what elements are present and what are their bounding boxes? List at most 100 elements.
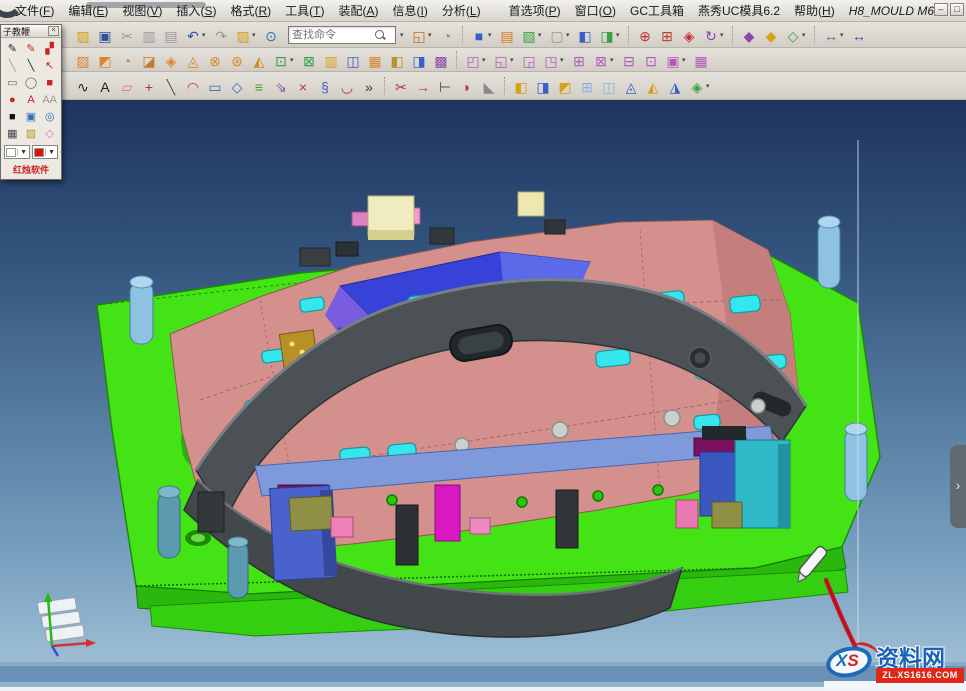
menu-format[interactable]: 格式(R) [223, 0, 278, 21]
n-sided-surface-icon[interactable]: ◬ [621, 76, 641, 96]
chevron-down-icon[interactable]: ▼ [45, 149, 57, 156]
rect-filled-icon[interactable]: ■ [40, 74, 59, 91]
insert-box-icon[interactable]: ◧ [387, 50, 407, 70]
fill-color-dropdown[interactable]: ▼ [32, 145, 58, 159]
search-icon[interactable] [374, 29, 386, 41]
wcs-dynamics-icon[interactable]: ◈ [679, 25, 699, 45]
save-icon[interactable]: ▣ [95, 25, 115, 45]
menu-window[interactable]: 窗口(O) [568, 0, 623, 21]
offset-surface-icon[interactable]: ◭ [643, 76, 663, 96]
toolbar-overflow-icon[interactable]: » [359, 76, 379, 96]
pocket-tool-icon[interactable]: ▩ [431, 50, 451, 70]
resource-bar-collapse-tab[interactable]: › [950, 445, 966, 528]
background-color-dropdown[interactable]: ▾ [566, 31, 574, 39]
sew-surface-icon[interactable]: ◈ [687, 76, 707, 96]
menu-preferences[interactable]: 首选项(P) [502, 0, 568, 21]
highlighter-icon[interactable]: ▞ [40, 40, 59, 57]
swept-surface-icon[interactable]: ◫ [599, 76, 619, 96]
ellipse-outline-icon[interactable]: ◯ [22, 74, 41, 91]
new-section-icon[interactable]: ◨ [597, 25, 617, 45]
search-options-dropdown[interactable]: ▾ [400, 31, 408, 39]
cut-icon[interactable]: ✂ [117, 25, 137, 45]
move-face-icon[interactable]: ⊟ [619, 50, 639, 70]
split-body-dropdown[interactable]: ▾ [560, 56, 568, 64]
pattern-face-dropdown[interactable]: ▾ [682, 56, 690, 64]
edge-patch-icon[interactable]: ◩ [95, 50, 115, 70]
snap-point-icon[interactable]: ◇ [783, 25, 803, 45]
intersection-curve-icon[interactable]: × [293, 76, 313, 96]
clip-section-icon[interactable]: ◧ [575, 25, 595, 45]
menu-information[interactable]: 信息(I) [386, 0, 435, 21]
wcs-display-icon[interactable]: ⊕ [635, 25, 655, 45]
point-icon[interactable]: + [139, 76, 159, 96]
arrow-draw-icon[interactable]: ↖ [40, 57, 59, 74]
measure-distance-icon[interactable]: ↔ [821, 25, 841, 45]
wcs-origin-icon[interactable]: ⊞ [657, 25, 677, 45]
measure-length-icon[interactable]: ↔ [849, 25, 869, 45]
view-layer-icon[interactable]: ▧ [519, 25, 539, 45]
shape-diamond-icon[interactable]: ◇ [40, 125, 59, 142]
pattern-face-icon[interactable]: ▣ [663, 50, 683, 70]
trim-component-icon[interactable]: ◨ [409, 50, 429, 70]
mold-drawings-icon[interactable]: ◫ [343, 50, 363, 70]
promote-body-icon[interactable]: ◱ [491, 50, 511, 70]
pen-black-icon[interactable]: ✎ [3, 40, 22, 57]
open-image-icon[interactable]: ▨ [22, 125, 41, 142]
ruled-surface-icon[interactable]: ◨ [533, 76, 553, 96]
open-icon[interactable]: ▨ [73, 25, 93, 45]
studio-spline-icon[interactable]: ∿ [73, 76, 93, 96]
minimize-button[interactable]: – [934, 3, 948, 16]
bumper-mold-3d-model[interactable] [0, 100, 966, 662]
replace-face-icon[interactable]: ⊞ [569, 50, 589, 70]
delete-face-icon[interactable]: ⊠ [591, 50, 611, 70]
palette-close-button[interactable]: × [48, 26, 59, 36]
trim-curve-icon[interactable]: ✂ [391, 76, 411, 96]
parting-surface-icon[interactable]: ◭ [249, 50, 269, 70]
chevron-down-icon[interactable]: ▼ [17, 149, 29, 156]
blackboard-icon[interactable]: ■ [3, 108, 22, 125]
fillet-curve-icon[interactable]: ◗ [457, 76, 477, 96]
wave-geometry-linker-dropdown[interactable]: ▾ [482, 56, 490, 64]
chamfer-icon[interactable]: ◣ [479, 76, 499, 96]
undo-dropdown[interactable]: ▾ [202, 31, 210, 39]
extend-curve-icon[interactable]: → [413, 76, 433, 96]
project-curve-icon[interactable]: ⇘ [271, 76, 291, 96]
surface-patch-icon[interactable]: ▨ [73, 50, 93, 70]
text-icon[interactable]: A [95, 76, 115, 96]
promote-body-dropdown[interactable]: ▾ [510, 56, 518, 64]
define-region-dropdown[interactable]: ▾ [290, 56, 298, 64]
menu-view[interactable]: 视图(V) [115, 0, 169, 21]
wave-geometry-linker-icon[interactable]: ◰ [463, 50, 483, 70]
maximize-button[interactable]: □ [950, 3, 964, 16]
screen-split-dropdown[interactable]: ▾ [428, 31, 436, 39]
menu-analysis[interactable]: 分析(L) [435, 0, 488, 21]
pen-color-dropdown[interactable]: ▼ [4, 145, 30, 159]
measure-distance-dropdown[interactable]: ▾ [840, 31, 848, 39]
menu-yanxiu-mold-tools[interactable]: 燕秀UC模具6.2 [691, 0, 787, 21]
text-single-icon[interactable]: A [22, 91, 41, 108]
through-curve-mesh-icon[interactable]: ⊞ [577, 76, 597, 96]
text-double-icon[interactable]: AA [40, 91, 59, 108]
command-search-input[interactable] [292, 29, 374, 41]
sketch-icon[interactable]: ▱ [117, 76, 137, 96]
rectangle-icon[interactable]: ▭ [205, 76, 225, 96]
extruded-sheet-icon[interactable]: ◧ [511, 76, 531, 96]
pen-red-icon[interactable]: ✎ [22, 40, 41, 57]
lock-key-icon[interactable]: ◆ [761, 25, 781, 45]
rect-outline-icon[interactable]: ▭ [3, 74, 22, 91]
trim-region-icon[interactable]: ◬ [183, 50, 203, 70]
shaded-display-icon[interactable]: ■ [469, 25, 489, 45]
arc-icon[interactable]: ◠ [183, 76, 203, 96]
through-curves-icon[interactable]: ◩ [555, 76, 575, 96]
face-split-icon[interactable]: ◪ [139, 50, 159, 70]
copy-icon[interactable]: ▥ [139, 25, 159, 45]
delete-face-dropdown[interactable]: ▾ [610, 56, 618, 64]
menu-help[interactable]: 帮助(H) [787, 0, 842, 21]
open-recent-dropdown[interactable]: ▾ [252, 31, 260, 39]
menu-file[interactable]: 文件(F) [8, 0, 61, 21]
display-board-icon[interactable]: ▤ [497, 25, 517, 45]
curve-length-icon[interactable]: ⊢ [435, 76, 455, 96]
snap-point-dropdown[interactable]: ▾ [802, 31, 810, 39]
unlock-key-icon[interactable]: ◆ [739, 25, 759, 45]
ellipse-filled-icon[interactable]: ● [3, 91, 22, 108]
